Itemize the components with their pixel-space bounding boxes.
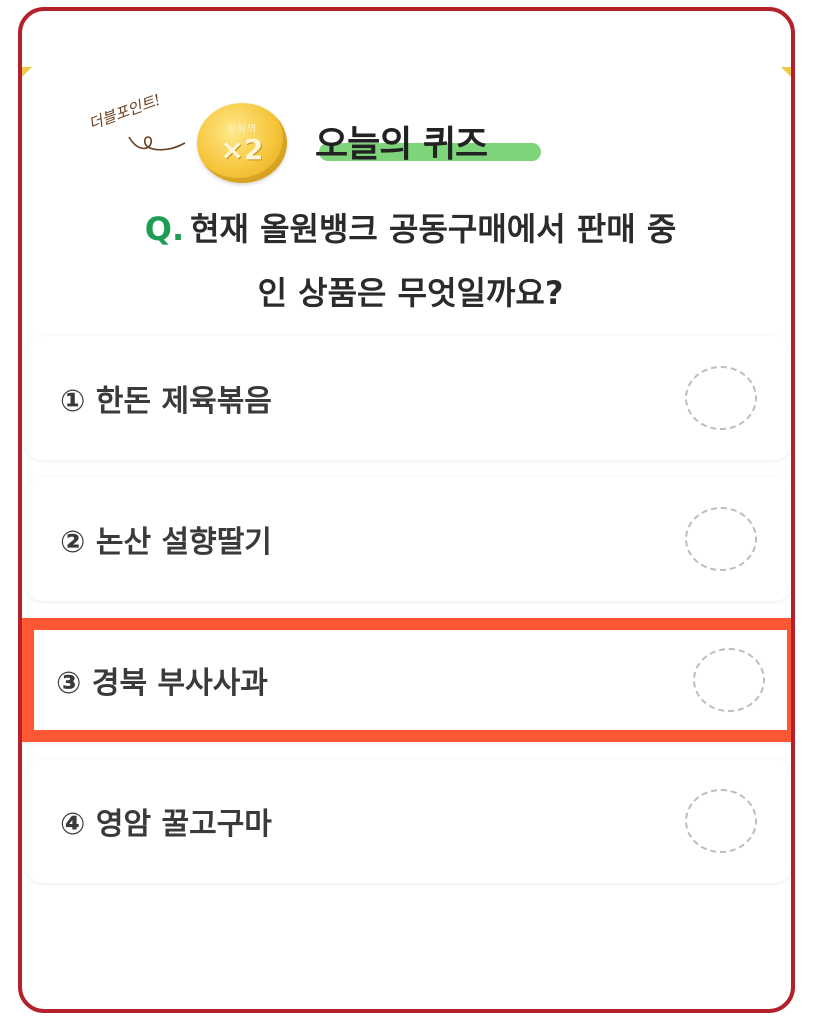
answer-option-1[interactable]: ① 한돈 제육볶음 [26, 336, 791, 460]
corner-decoration-left [22, 67, 32, 77]
answer-option-label: ① 한돈 제육볶음 [60, 384, 272, 419]
question-line-1: Q. 현재 올원뱅크 공동구매에서 판매 중 [52, 197, 769, 261]
swirl-icon [128, 136, 186, 151]
answer-option-label: ② 논산 설향딸기 [60, 525, 272, 560]
answer-option-4[interactable]: ④ 영암 꿀고구마 [26, 759, 791, 883]
answer-option-label: ③ 경북 부사사과 [56, 666, 268, 701]
page-title: 오늘의 퀴즈 [315, 124, 488, 165]
question-prefix: Q. [144, 210, 185, 248]
answer-option-label: ④ 영암 꿀고구마 [60, 807, 272, 842]
radio-circle-icon[interactable] [685, 507, 757, 571]
question-line-2: 인 상품은 무엇일까요? [257, 274, 564, 312]
answer-options: ① 한돈 제육볶음 ② 논산 설향딸기 ③ 경북 부사사과 ④ 영암 꿀고구마 [22, 336, 791, 900]
title-wrap: 오늘의 퀴즈 [315, 115, 541, 167]
question-line-1-text: 현재 올원뱅크 공동구매에서 판매 중 [190, 210, 677, 248]
coin-icon: 안원의 ×2 [197, 103, 287, 183]
radio-circle-icon[interactable] [685, 366, 757, 430]
quiz-card-inner: 더블포인트! 안원의 ×2 오늘의 퀴즈 Q. 현재 올원뱅크 공동구매에서 판매… [22, 11, 791, 1009]
radio-circle-icon[interactable] [685, 789, 757, 853]
double-point-badge: 더블포인트! [86, 90, 164, 134]
radio-circle-icon[interactable] [693, 648, 765, 712]
quiz-header: 더블포인트! 안원의 ×2 오늘의 퀴즈 [86, 91, 557, 197]
coin-multiplier: ×2 [220, 133, 264, 166]
answer-option-3[interactable]: ③ 경북 부사사과 [22, 618, 791, 742]
corner-decoration-right [781, 67, 791, 77]
answer-option-2[interactable]: ② 논산 설향딸기 [26, 477, 791, 601]
question-text: Q. 현재 올원뱅크 공동구매에서 판매 중 인 상품은 무엇일까요? [52, 197, 769, 325]
quiz-card: 더블포인트! 안원의 ×2 오늘의 퀴즈 Q. 현재 올원뱅크 공동구매에서 판매… [18, 7, 795, 1013]
